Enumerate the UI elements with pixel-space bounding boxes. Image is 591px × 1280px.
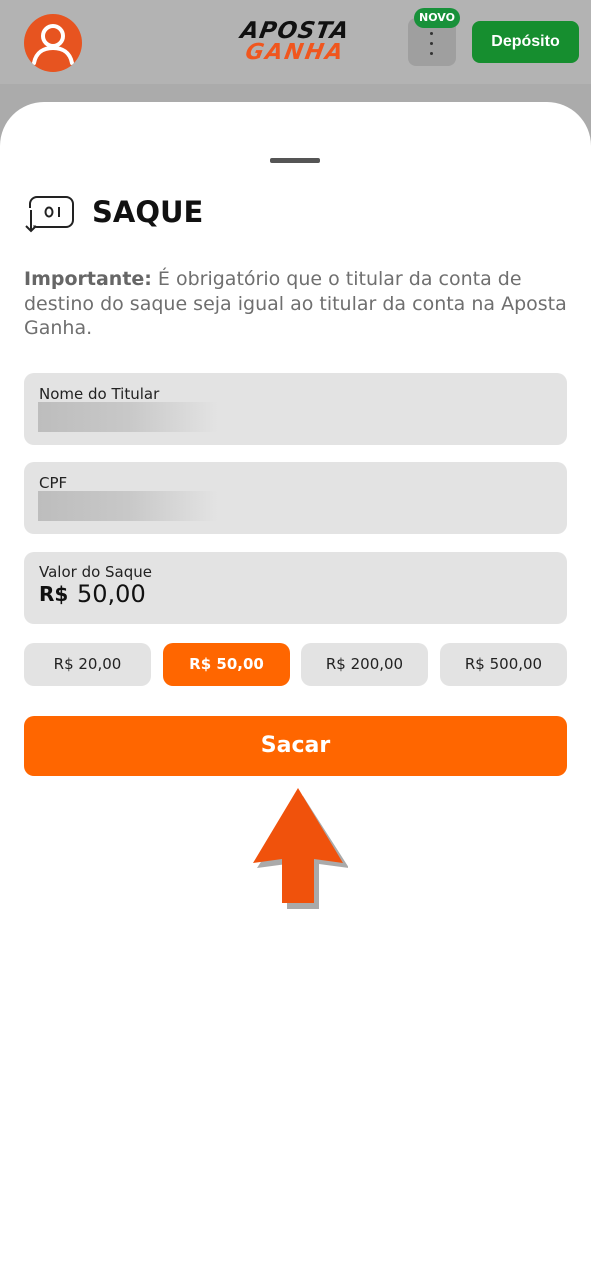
withdraw-sheet: SAQUE Importante: É obrigatório que o ti… <box>0 102 591 1280</box>
withdraw-amount-label: Valor do Saque <box>39 563 153 581</box>
withdraw-amount-value: 50,00 <box>77 580 146 608</box>
withdraw-amount-field[interactable]: Valor do Saque R$ 50,00 <box>24 552 567 624</box>
sheet-drag-handle[interactable] <box>270 158 320 163</box>
amount-chip-500[interactable]: R$ 500,00 <box>440 643 567 686</box>
amount-chip-20[interactable]: R$ 20,00 <box>24 643 151 686</box>
amount-chip-50[interactable]: R$ 50,00 <box>163 643 290 686</box>
more-vertical-icon <box>430 32 434 56</box>
currency-symbol: R$ <box>39 582 69 606</box>
withdraw-submit-button[interactable]: Sacar <box>24 716 567 776</box>
app-header: APOSTA GANHA NOVO Depósito <box>0 0 591 84</box>
cpf-field[interactable]: CPF <box>24 462 567 534</box>
avatar-person-icon <box>32 24 74 65</box>
user-avatar-icon[interactable] <box>24 14 82 72</box>
notice-bold: Importante: <box>24 268 152 290</box>
arrow-up-icon <box>253 788 348 909</box>
holder-name-redacted <box>38 402 218 432</box>
page-title: SAQUE <box>92 195 204 229</box>
holder-name-label: Nome do Titular <box>39 385 160 403</box>
brand-logo[interactable]: APOSTA GANHA <box>232 18 358 66</box>
cpf-label: CPF <box>39 474 68 492</box>
deposit-button[interactable]: Depósito <box>472 21 579 63</box>
amount-chip-200[interactable]: R$ 200,00 <box>301 643 428 686</box>
cpf-redacted <box>38 491 218 521</box>
logo-bottom-text: GANHA <box>243 40 347 65</box>
holder-name-field[interactable]: Nome do Titular <box>24 373 567 445</box>
important-notice: Importante: É obrigatório que o titular … <box>24 267 569 341</box>
new-badge: NOVO <box>414 8 460 28</box>
withdraw-icon <box>25 196 74 233</box>
